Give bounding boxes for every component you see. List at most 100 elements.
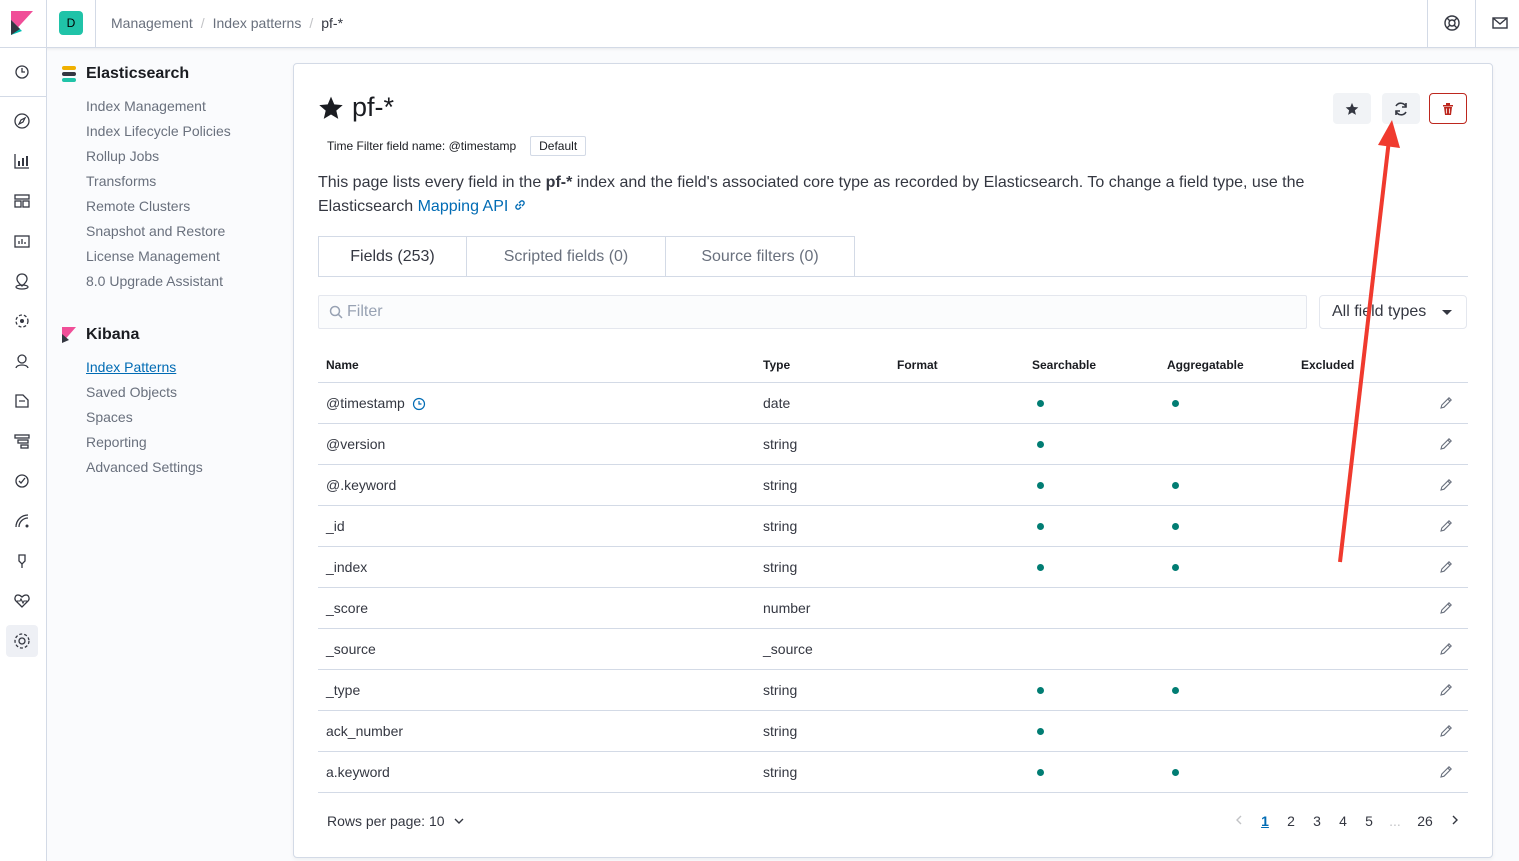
management-sidebar: Elasticsearch Index Management Index Lif… — [62, 62, 282, 482]
filter-field[interactable] — [318, 295, 1307, 329]
caret-down-icon — [1442, 310, 1452, 315]
page-button-5[interactable]: 5 — [1356, 813, 1382, 829]
infrastructure-icon[interactable] — [12, 351, 32, 371]
recently-viewed-icon[interactable] — [12, 62, 32, 82]
page-button-1[interactable]: 1 — [1252, 813, 1278, 829]
edit-pencil-icon[interactable] — [1438, 559, 1454, 575]
set-default-button[interactable] — [1333, 93, 1371, 124]
sidebar-item-index-patterns[interactable]: Index Patterns — [86, 357, 282, 382]
sidebar-section-title: Elasticsearch — [86, 65, 190, 82]
edit-pencil-icon[interactable] — [1438, 395, 1454, 411]
edit-pencil-icon[interactable] — [1438, 682, 1454, 698]
tab-fields[interactable]: Fields (253) — [318, 236, 467, 277]
dev-tools-icon[interactable] — [12, 551, 32, 571]
table-row: @timestamp date — [318, 383, 1468, 424]
searchable-dot-icon — [1037, 728, 1044, 735]
sidebar-item-saved-objects[interactable]: Saved Objects — [86, 382, 282, 407]
sidebar-item-advanced-settings[interactable]: Advanced Settings — [86, 457, 282, 482]
delete-index-pattern-button[interactable] — [1429, 93, 1467, 124]
tab-source-filters[interactable]: Source filters (0) — [665, 236, 855, 277]
edit-pencil-icon[interactable] — [1438, 600, 1454, 616]
visualize-icon[interactable] — [12, 151, 32, 171]
sidebar-item-upgrade-assistant[interactable]: 8.0 Upgrade Assistant — [86, 271, 282, 296]
uptime-icon[interactable] — [12, 471, 32, 491]
rows-per-page-label: Rows per page: 10 — [327, 813, 445, 829]
rows-per-page-button[interactable]: Rows per page: 10 — [327, 813, 465, 829]
breadcrumb-management[interactable]: Management — [111, 15, 193, 31]
kibana-logo-icon[interactable] — [11, 11, 33, 35]
table-row: _source _source — [318, 629, 1468, 670]
edit-pencil-icon[interactable] — [1438, 436, 1454, 452]
table-header: Name Type Format Searchable Aggregatable… — [318, 344, 1468, 383]
sidebar-item-index-management[interactable]: Index Management — [86, 96, 282, 121]
maps-icon[interactable] — [12, 271, 32, 291]
sidebar-item-license-management[interactable]: License Management — [86, 246, 282, 271]
field-type-select-value: All field types — [1332, 303, 1427, 320]
tab-scripted-fields[interactable]: Scripted fields (0) — [466, 236, 666, 277]
siem-icon[interactable] — [12, 511, 32, 531]
filter-input[interactable] — [347, 303, 1247, 321]
aggregatable-dot-icon — [1172, 687, 1179, 694]
sidebar-section-title: Kibana — [86, 326, 140, 343]
help-icon[interactable] — [1443, 14, 1461, 32]
column-header-format[interactable]: Format — [897, 358, 938, 372]
column-header-searchable[interactable]: Searchable — [1032, 358, 1096, 372]
discover-icon[interactable] — [12, 111, 32, 131]
sidebar-item-index-lifecycle-policies[interactable]: Index Lifecycle Policies — [86, 121, 282, 146]
sidebar-item-rollup-jobs[interactable]: Rollup Jobs — [86, 146, 282, 171]
refresh-icon — [1395, 101, 1407, 116]
machine-learning-icon[interactable] — [12, 311, 32, 331]
edit-pencil-icon[interactable] — [1438, 518, 1454, 534]
page-button-3[interactable]: 3 — [1304, 813, 1330, 829]
breadcrumb-index-patterns[interactable]: Index patterns — [213, 15, 302, 31]
aggregatable-dot-icon — [1172, 400, 1179, 407]
monitoring-icon[interactable] — [12, 591, 32, 611]
page-description: This page lists every field in the pf-* … — [318, 171, 1398, 219]
pagination: 1 2 3 4 5 ... 26 — [1226, 813, 1468, 829]
sidebar-item-reporting[interactable]: Reporting — [86, 432, 282, 457]
logs-icon[interactable] — [12, 391, 32, 411]
column-header-aggregatable[interactable]: Aggregatable — [1167, 358, 1244, 372]
field-name: @version — [326, 436, 386, 452]
edit-pencil-icon[interactable] — [1438, 641, 1454, 657]
searchable-dot-icon — [1037, 400, 1044, 407]
searchable-dot-icon — [1037, 564, 1044, 571]
page-button-4[interactable]: 4 — [1330, 813, 1356, 829]
edit-pencil-icon[interactable] — [1438, 477, 1454, 493]
field-type: string — [763, 477, 798, 493]
page-title-row: pf-* — [318, 92, 394, 123]
table-row: _id string — [318, 506, 1468, 547]
sidebar-list: Index Management Index Lifecycle Policie… — [86, 96, 282, 296]
mail-icon[interactable] — [1491, 14, 1509, 32]
apm-icon[interactable] — [12, 431, 32, 451]
field-type-select[interactable]: All field types — [1319, 295, 1467, 329]
table-row: _index string — [318, 547, 1468, 588]
field-name: _index — [326, 559, 368, 575]
space-avatar[interactable]: D — [59, 11, 83, 35]
column-header-excluded[interactable]: Excluded — [1301, 358, 1354, 372]
column-header-type[interactable]: Type — [763, 358, 790, 372]
sidebar-item-remote-clusters[interactable]: Remote Clusters — [86, 196, 282, 221]
management-nav-item[interactable] — [6, 625, 38, 657]
mapping-api-link[interactable]: Mapping API — [418, 198, 527, 215]
sidebar-item-snapshot-and-restore[interactable]: Snapshot and Restore — [86, 221, 282, 246]
sidebar-item-spaces[interactable]: Spaces — [86, 407, 282, 432]
star-filled-icon — [319, 96, 343, 119]
dashboard-icon[interactable] — [12, 191, 32, 211]
edit-pencil-icon[interactable] — [1438, 723, 1454, 739]
previous-page-button[interactable] — [1226, 813, 1252, 829]
edit-pencil-icon[interactable] — [1438, 764, 1454, 780]
sidebar-item-transforms[interactable]: Transforms — [86, 171, 282, 196]
aggregatable-dot-icon — [1172, 769, 1179, 776]
refresh-fields-button[interactable] — [1382, 93, 1420, 124]
field-tabs: Fields (253) Scripted fields (0) Source … — [318, 236, 1468, 277]
searchable-dot-icon — [1037, 523, 1044, 530]
page-button-2[interactable]: 2 — [1278, 813, 1304, 829]
next-page-button[interactable] — [1442, 813, 1468, 829]
column-header-name[interactable]: Name — [326, 358, 359, 372]
page-button-26[interactable]: 26 — [1408, 813, 1442, 829]
canvas-icon[interactable] — [12, 231, 32, 251]
breadcrumb-separator: / — [200, 15, 205, 31]
table-row: _score number — [318, 588, 1468, 629]
field-type: string — [763, 436, 798, 452]
